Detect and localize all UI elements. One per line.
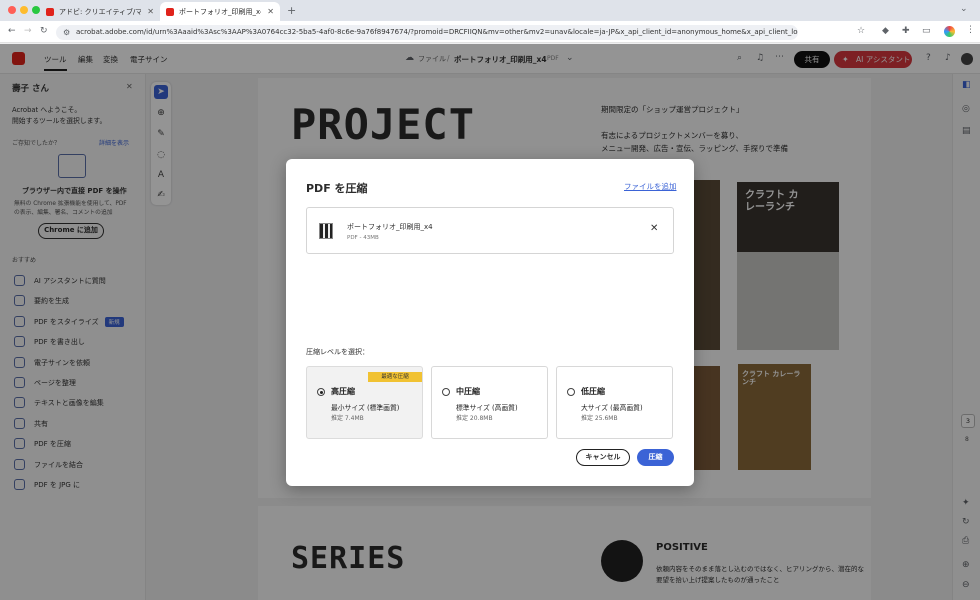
url-field[interactable]: ⚙ acrobat.adobe.com/id/urn%3Aaaid%3Asc%3… [56, 25, 798, 40]
radio-unselected[interactable] [567, 388, 575, 396]
option-estimate: 推定 25.6MB [581, 415, 618, 422]
option-title: 高圧縮 [331, 387, 355, 396]
browser-tab-bar: アドビ: クリエイティブ/マーケ ✕ ポートフォリオ_印刷用_x4.pdf ✕ … [0, 0, 980, 21]
option-subtitle: 標準サイズ (高画質) [456, 404, 518, 412]
best-compression-badge: 最適な圧縮 [368, 372, 422, 382]
browser-tab-pdf[interactable]: ポートフォリオ_印刷用_x4.pdf ✕ [160, 2, 280, 21]
radio-selected[interactable] [317, 388, 325, 396]
option-high-compression[interactable]: 最適な圧縮 高圧縮 最小サイズ (標準画質) 推定 7.4MB [306, 366, 423, 439]
browser-tab-adobe[interactable]: アドビ: クリエイティブ/マーケ ✕ [40, 2, 160, 21]
back-icon[interactable]: ← [8, 26, 16, 36]
option-estimate: 推定 20.8MB [456, 415, 493, 422]
tab-title: ポートフォリオ_印刷用_x4.pdf [179, 7, 261, 16]
close-tab-icon[interactable]: ✕ [261, 7, 274, 16]
bookmark-star-icon[interactable]: ☆ [857, 26, 865, 36]
compress-button[interactable]: 圧縮 [637, 449, 674, 466]
cancel-button[interactable]: キャンセル [576, 449, 630, 466]
file-meta: PDF - 43MB [347, 235, 379, 241]
profile-avatar[interactable] [944, 26, 955, 37]
file-name: ポートフォリオ_印刷用_x4 [347, 223, 433, 231]
close-window-icon[interactable] [8, 6, 16, 14]
site-info-icon[interactable]: ⚙ [63, 28, 70, 37]
minimize-window-icon[interactable] [20, 6, 28, 14]
adobe-icon [46, 7, 54, 16]
compression-level-label: 圧縮レベルを選択： [306, 348, 369, 356]
reload-icon[interactable]: ↻ [40, 26, 48, 36]
option-subtitle: 大サイズ (最高画質) [581, 404, 643, 412]
tab-title: アドビ: クリエイティブ/マーケ [59, 7, 142, 16]
dialog-title: PDF を圧縮 [306, 182, 368, 195]
extension-icon[interactable]: ◆ [882, 26, 889, 36]
file-item: ポートフォリオ_印刷用_x4 PDF - 43MB ✕ [306, 207, 674, 254]
option-estimate: 推定 7.4MB [331, 415, 364, 422]
option-title: 低圧縮 [581, 387, 605, 396]
sidebar-icon[interactable]: ▭ [922, 26, 931, 36]
url-text: acrobat.adobe.com/id/urn%3Aaaid%3Asc%3AA… [76, 28, 798, 36]
chevron-down-icon[interactable]: ⌄ [960, 4, 968, 14]
acrobat-icon [166, 7, 174, 16]
new-tab-icon[interactable]: + [287, 4, 296, 17]
option-title: 中圧縮 [456, 387, 480, 396]
option-medium-compression[interactable]: 中圧縮 標準サイズ (高画質) 推定 20.8MB [431, 366, 548, 439]
more-menu-icon[interactable]: ⋮ [966, 25, 975, 35]
option-low-compression[interactable]: 低圧縮 大サイズ (最高画質) 推定 25.6MB [556, 366, 673, 439]
maximize-window-icon[interactable] [32, 6, 40, 14]
file-thumbnail-icon [319, 223, 333, 239]
radio-unselected[interactable] [442, 388, 450, 396]
browser-address-bar: ← → ↻ ⚙ acrobat.adobe.com/id/urn%3Aaaid%… [0, 21, 980, 43]
remove-file-icon[interactable]: ✕ [650, 223, 658, 234]
close-tab-icon[interactable]: ✕ [141, 7, 154, 16]
add-file-link[interactable]: ファイルを追加 [624, 181, 677, 192]
extensions-puzzle-icon[interactable]: ✚ [902, 26, 910, 36]
compress-pdf-dialog: PDF を圧縮 ファイルを追加 ポートフォリオ_印刷用_x4 PDF - 43M… [286, 159, 694, 486]
option-subtitle: 最小サイズ (標準画質) [331, 404, 400, 412]
forward-icon[interactable]: → [24, 26, 32, 36]
